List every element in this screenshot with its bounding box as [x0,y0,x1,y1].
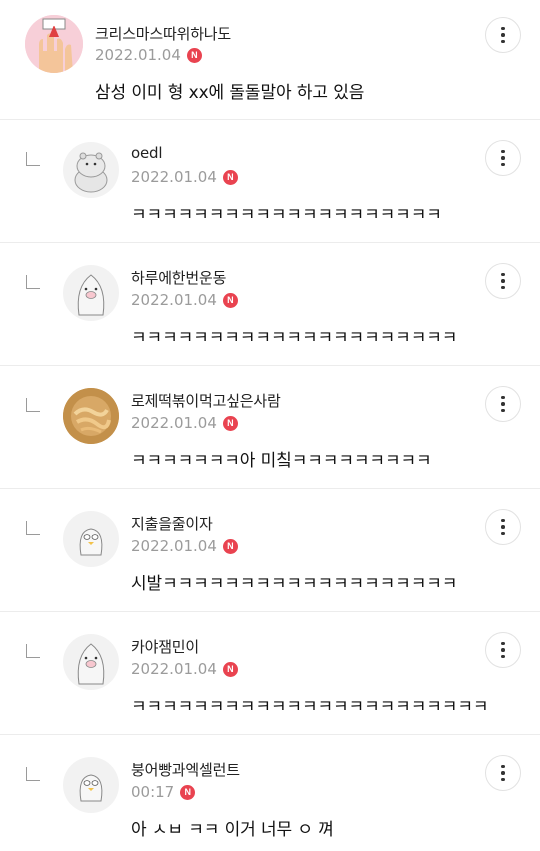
comment-date: 00:17 [131,783,175,801]
comment-nickname[interactable]: 붕어빵과엑셀런트 [131,759,240,780]
comment-meta: 2022.01.04 N [131,291,238,309]
comment-date: 2022.01.04 [131,537,217,555]
more-options-button[interactable] [485,17,521,53]
reply-arrow-icon [26,644,40,658]
more-options-button[interactable] [485,263,521,299]
more-dot-icon [501,531,505,536]
more-dot-icon [501,408,505,413]
comment-nickname[interactable]: 카야잼민이 [131,636,199,657]
more-dot-icon [501,764,505,769]
more-dot-icon [501,641,505,646]
more-options-button[interactable] [485,386,521,422]
new-badge: N [180,784,196,800]
more-dot-icon [501,525,505,529]
comment-nickname[interactable]: 하루에한번운동 [131,267,226,288]
more-dot-icon [501,654,505,659]
more-dot-icon [501,395,505,400]
more-dot-icon [501,518,505,523]
reply-item: 하루에한번운동 2022.01.04 N ㅋㅋㅋㅋㅋㅋㅋㅋㅋㅋㅋㅋㅋㅋㅋㅋㅋㅋㅋ… [0,243,540,366]
reply-item: 로제떡볶이먹고싶은사람 2022.01.04 N ㅋㅋㅋㅋㅋㅋㅋ아 미칰ㅋㅋㅋㅋ… [0,366,540,489]
comment-nickname[interactable]: 로제떡볶이먹고싶은사람 [131,390,281,411]
more-options-button[interactable] [485,140,521,176]
comment-text: 아 ㅅㅂ ㅋㅋ 이거 너무 ㅇ 껴 [131,820,334,840]
bird-avatar[interactable] [63,511,119,567]
new-badge: N [222,415,238,431]
new-badge: N [222,538,238,554]
comment-text: 시발ㅋㅋㅋㅋㅋㅋㅋㅋㅋㅋㅋㅋㅋㅋㅋㅋㅋㅋㅋ [131,574,458,594]
comment-nickname[interactable]: oedl [131,144,162,162]
more-dot-icon [501,777,505,782]
comment-nickname[interactable]: 크리스마스따위하나도 [95,23,231,44]
reply-arrow-icon [26,767,40,781]
more-dot-icon [501,26,505,31]
more-dot-icon [501,162,505,167]
comment-meta: 2022.01.04 N [95,46,202,64]
more-options-button[interactable] [485,632,521,668]
comment-meta: 00:17 N [131,783,196,801]
comment-date: 2022.01.04 [95,46,181,64]
more-options-button[interactable] [485,755,521,791]
comment-text: ㅋㅋㅋㅋㅋㅋㅋㅋㅋㅋㅋㅋㅋㅋㅋㅋㅋㅋㅋㅋ [131,205,442,225]
more-dot-icon [501,272,505,277]
comment-date: 2022.01.04 [131,291,217,309]
penguin-avatar[interactable] [63,265,119,321]
bird-avatar[interactable] [63,757,119,813]
comment-date: 2022.01.04 [131,414,217,432]
christmas-avatar[interactable] [25,15,83,73]
reply-arrow-icon [26,152,40,166]
comment-item: 크리스마스따위하나도 2022.01.04 N 삼성 이미 형 xx에 돌돌말아… [0,0,540,120]
more-dot-icon [501,771,505,775]
reply-arrow-icon [26,275,40,289]
more-dot-icon [501,285,505,290]
new-badge: N [222,169,238,185]
comment-text: ㅋㅋㅋㅋㅋㅋㅋㅋㅋㅋㅋㅋㅋㅋㅋㅋㅋㅋㅋㅋㅋ [131,328,458,348]
comment-nickname[interactable]: 지출을줄이자 [131,513,213,534]
comment-meta: 2022.01.04 N [131,660,238,678]
new-badge: N [222,661,238,677]
more-dot-icon [501,149,505,154]
more-dot-icon [501,648,505,652]
more-dot-icon [501,33,505,37]
more-dot-icon [501,156,505,160]
comment-meta: 2022.01.04 N [131,537,238,555]
more-options-button[interactable] [485,509,521,545]
comment-text: ㅋㅋㅋㅋㅋㅋㅋㅋㅋㅋㅋㅋㅋㅋㅋㅋㅋㅋㅋㅋㅋㅋㅋ [131,697,489,717]
comment-text: ㅋㅋㅋㅋㅋㅋㅋ아 미칰ㅋㅋㅋㅋㅋㅋㅋㅋㅋ [131,451,432,471]
comment-list: 크리스마스따위하나도 2022.01.04 N 삼성 이미 형 xx에 돌돌말아… [0,0,540,851]
comment-date: 2022.01.04 [131,660,217,678]
reply-item: 붕어빵과엑셀런트 00:17 N 아 ㅅㅂ ㅋㅋ 이거 너무 ㅇ 껴 [0,735,540,851]
comment-meta: 2022.01.04 N [131,168,238,186]
reply-item: 카야잼민이 2022.01.04 N ㅋㅋㅋㅋㅋㅋㅋㅋㅋㅋㅋㅋㅋㅋㅋㅋㅋㅋㅋㅋㅋ… [0,612,540,735]
comment-text: 삼성 이미 형 xx에 돌돌말아 하고 있음 [95,83,365,103]
reply-item: oedl 2022.01.04 N ㅋㅋㅋㅋㅋㅋㅋㅋㅋㅋㅋㅋㅋㅋㅋㅋㅋㅋㅋㅋ [0,120,540,243]
hippo-avatar[interactable] [63,142,119,198]
reply-arrow-icon [26,521,40,535]
comment-meta: 2022.01.04 N [131,414,238,432]
penguin-avatar[interactable] [63,634,119,690]
tteokbokki-avatar[interactable] [63,388,119,444]
reply-arrow-icon [26,398,40,412]
more-dot-icon [501,402,505,406]
new-badge: N [186,47,202,63]
more-dot-icon [501,279,505,283]
new-badge: N [222,292,238,308]
comment-date: 2022.01.04 [131,168,217,186]
more-dot-icon [501,39,505,44]
reply-item: 지출을줄이자 2022.01.04 N 시발ㅋㅋㅋㅋㅋㅋㅋㅋㅋㅋㅋㅋㅋㅋㅋㅋㅋㅋ… [0,489,540,612]
